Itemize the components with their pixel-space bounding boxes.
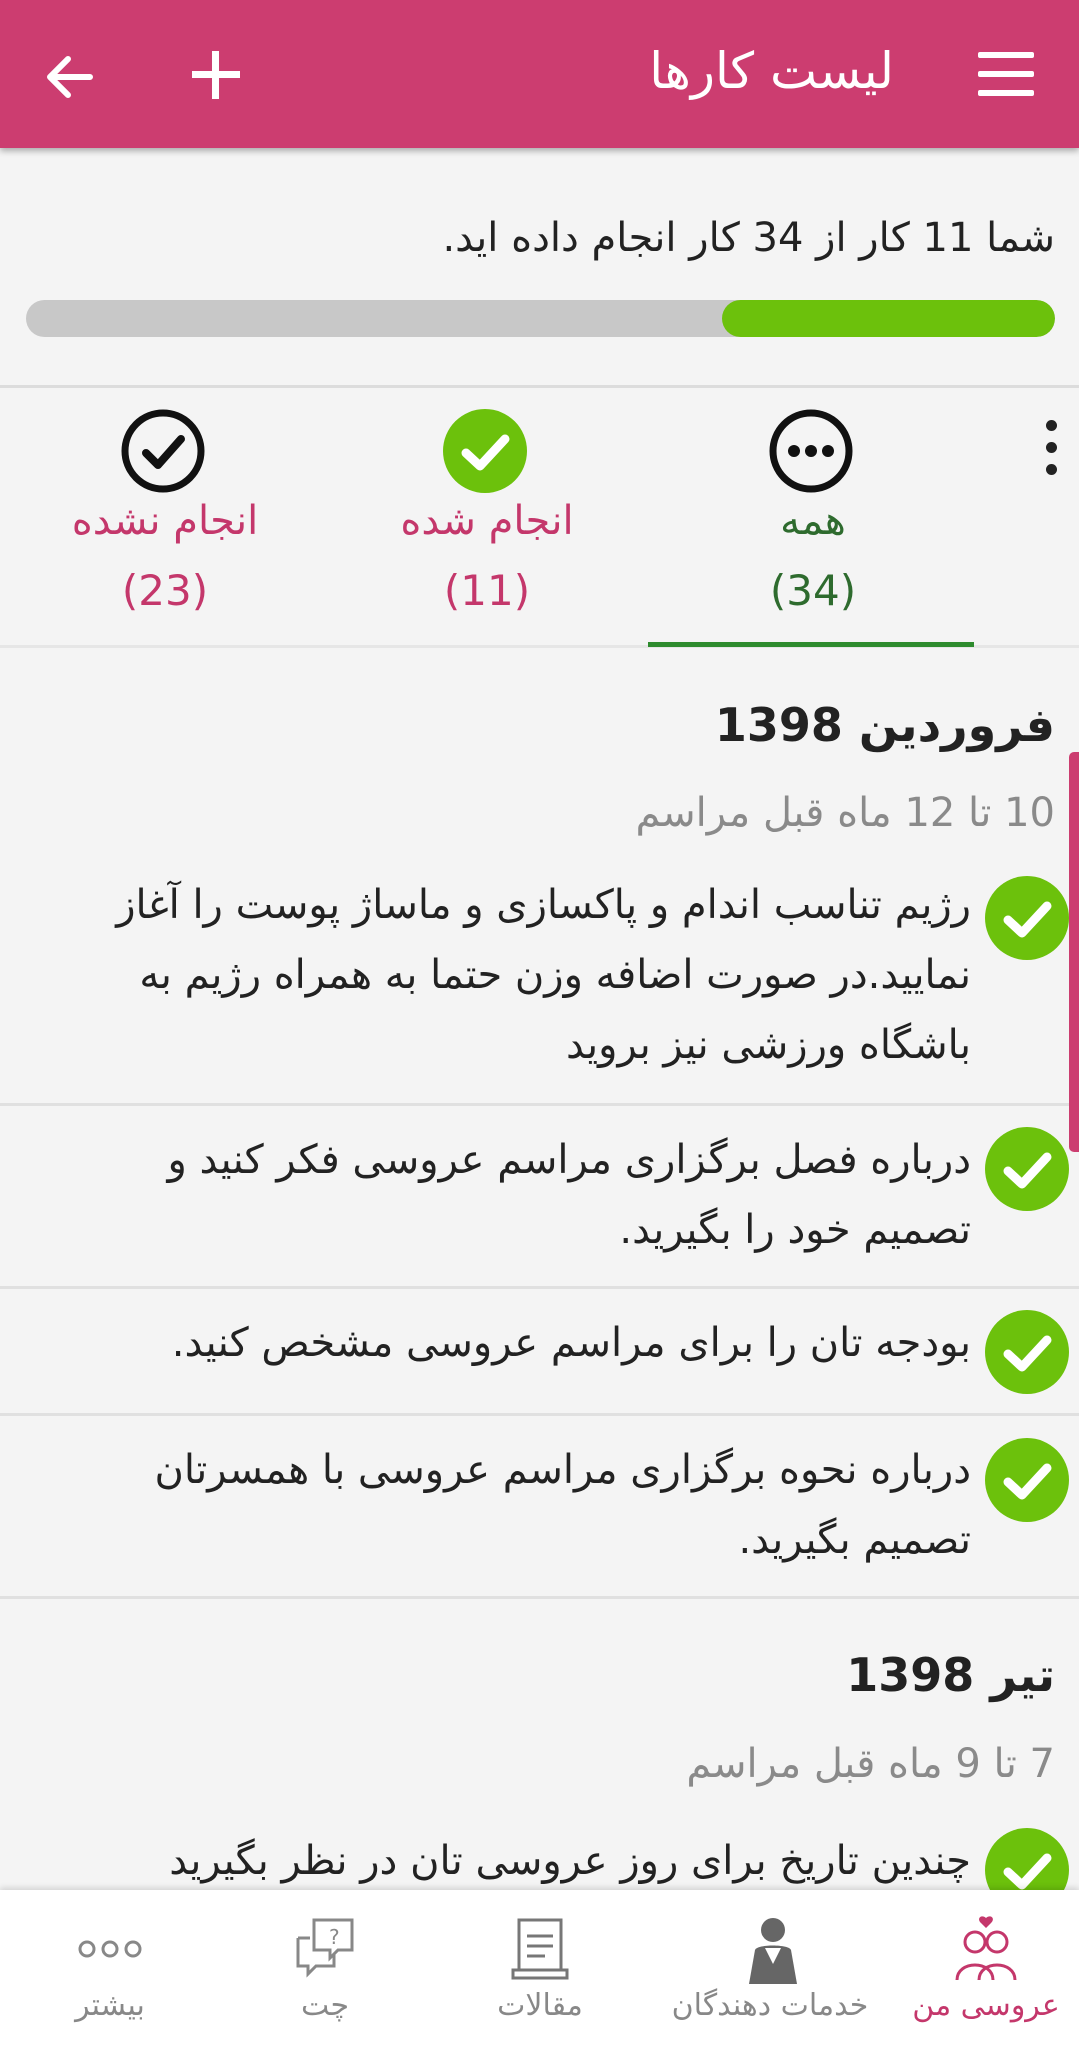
nav-label: عروسی من bbox=[912, 1988, 1060, 2023]
check-filled-icon[interactable] bbox=[985, 1127, 1069, 1211]
nav-label: مقالات bbox=[497, 1988, 583, 2023]
section-title: فروردین 1398 bbox=[714, 698, 1055, 752]
articles-icon bbox=[511, 1918, 569, 1980]
overflow-menu-icon[interactable] bbox=[1041, 418, 1061, 478]
tab-count: (23) bbox=[121, 566, 209, 615]
check-filled-icon bbox=[443, 409, 527, 493]
more-dots-icon bbox=[78, 1940, 142, 1958]
tab-selected-indicator bbox=[648, 642, 974, 647]
check-filled-icon[interactable] bbox=[985, 1310, 1069, 1394]
check-filled-icon[interactable] bbox=[985, 1438, 1069, 1522]
nav-chat[interactable]: ? چت bbox=[245, 1890, 405, 2045]
tab-all[interactable]: همه (34) bbox=[648, 388, 978, 650]
task-text: چندین تاریخ برای روز عروسی تان در نظر بگ… bbox=[169, 1838, 971, 1884]
tab-count: (34) bbox=[769, 566, 857, 615]
tab-label: انجام نشده bbox=[71, 498, 259, 544]
nav-label: خدمات دهندگان bbox=[671, 1988, 869, 2023]
task-text: درباره نحوه برگزاری مراسم عروسی با همسرت… bbox=[154, 1447, 971, 1563]
divider bbox=[0, 1103, 1079, 1106]
section-subtitle: 7 تا 9 ماه قبل مراسم bbox=[686, 1741, 1055, 1787]
task-text: بودجه تان را برای مراسم عروسی مشخص کنید. bbox=[171, 1320, 971, 1366]
task-text: رژیم تناسب اندام و پاکسازی و ماساژ پوست … bbox=[116, 882, 971, 1068]
tab-count: (11) bbox=[443, 566, 531, 615]
app-bar: لیست کارها bbox=[0, 0, 1079, 148]
check-filled-icon[interactable] bbox=[985, 876, 1069, 960]
tab-done[interactable]: انجام شده (11) bbox=[322, 388, 652, 650]
menu-icon[interactable] bbox=[978, 52, 1034, 96]
progress-summary: شما 11 کار از 34 کار انجام داده اید. bbox=[442, 215, 1055, 261]
tab-label: انجام شده bbox=[400, 498, 574, 544]
task-text: درباره فصل برگزاری مراسم عروسی فکر کنید … bbox=[167, 1137, 971, 1253]
scrollbar[interactable] bbox=[1069, 752, 1079, 1152]
divider bbox=[0, 1596, 1079, 1599]
task-item[interactable]: درباره فصل برگزاری مراسم عروسی فکر کنید … bbox=[0, 1125, 1079, 1285]
chat-question-icon: ? bbox=[296, 1918, 354, 1978]
task-item[interactable]: درباره نحوه برگزاری مراسم عروسی با همسرت… bbox=[0, 1435, 1079, 1595]
section-title: تیر 1398 bbox=[846, 1648, 1055, 1702]
svg-text:?: ? bbox=[329, 1925, 340, 1949]
nav-my-wedding[interactable]: عروسی من bbox=[893, 1890, 1079, 2045]
couple-icon bbox=[955, 1916, 1017, 1981]
more-circle-icon bbox=[769, 409, 853, 493]
nav-articles[interactable]: مقالات bbox=[460, 1890, 620, 2045]
page-title: لیست کارها bbox=[649, 42, 894, 100]
task-item[interactable]: رژیم تناسب اندام و پاکسازی و ماساژ پوست … bbox=[0, 870, 1079, 1100]
arrow-back-icon[interactable] bbox=[40, 47, 100, 107]
nav-label: چت bbox=[300, 1988, 349, 2023]
task-item[interactable]: بودجه تان را برای مراسم عروسی مشخص کنید. bbox=[0, 1308, 1079, 1408]
divider bbox=[0, 1413, 1079, 1416]
filter-tabs: همه (34) انجام شده (11) انجام نشده (23) bbox=[0, 388, 1079, 650]
tab-not-done[interactable]: انجام نشده (23) bbox=[0, 388, 330, 650]
bottom-navigation: عروسی من خدمات دهندگان مقالات ? چت بیشتر bbox=[0, 1890, 1079, 2045]
vendor-person-icon bbox=[749, 1918, 797, 1984]
nav-more[interactable]: بیشتر bbox=[30, 1890, 190, 2045]
divider bbox=[0, 1286, 1079, 1289]
progress-bar bbox=[26, 300, 1055, 337]
nav-vendors[interactable]: خدمات دهندگان bbox=[650, 1890, 890, 2045]
tab-label: همه bbox=[780, 498, 846, 544]
check-outline-icon bbox=[121, 409, 205, 493]
nav-label: بیشتر bbox=[75, 1988, 145, 2023]
section-subtitle: 10 تا 12 ماه قبل مراسم bbox=[635, 790, 1055, 836]
progress-bar-fill bbox=[722, 300, 1055, 337]
add-icon[interactable] bbox=[188, 47, 244, 103]
